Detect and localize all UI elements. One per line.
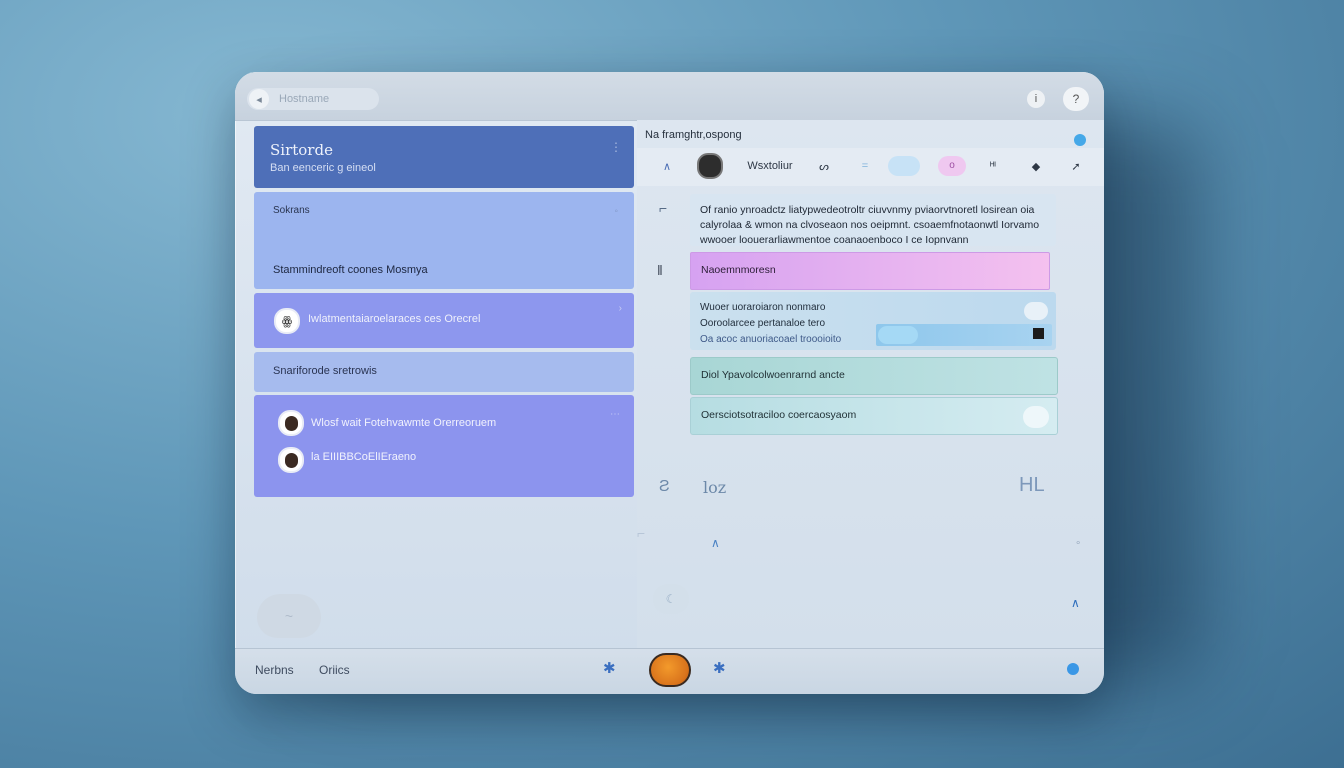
window-title: Hostname [279, 93, 330, 105]
status-dot-icon[interactable] [1074, 134, 1086, 146]
selected-item-label: Naoemnmoresn [701, 264, 776, 276]
list-item-label: Sokrans [273, 205, 310, 216]
toolbar-label[interactable]: Wsxtoliur [741, 153, 799, 179]
tab-nerbns[interactable]: Nerbns [255, 663, 294, 677]
list-item[interactable]: Diol Ypavolcolwoenrarnd ancte [690, 357, 1058, 395]
list-item-text: Iwlatmentaiaroelaraces ces Orecrel [308, 313, 481, 325]
more-options-icon[interactable]: ⋮ [610, 140, 622, 154]
bracket-icon: ⌐ [637, 525, 646, 541]
diamond-icon[interactable]: ◆ [1029, 153, 1043, 179]
record-knob-icon[interactable] [697, 153, 723, 179]
toggle-icon[interactable] [1023, 406, 1049, 428]
panel-title: Na framghtr,ospong [645, 129, 742, 141]
info-icon[interactable]: i [1027, 90, 1045, 108]
bottom-bar: Nerbns Oriics ✱ ✱ [235, 648, 1104, 694]
header-card-subtitle: Ban eenceric g eineol [270, 162, 376, 174]
tab-oriics[interactable]: Oriics [319, 663, 350, 677]
header-card[interactable]: Sirtorde Ban eenceric g eineol ⋮ [254, 126, 634, 188]
editor-panel: Na framghtr,ospong ∧ Wsxtoliur ᔕ = o ᴴᴵ … [637, 120, 1104, 648]
sparkle-icon[interactable]: ✱ [713, 659, 726, 677]
checkbox[interactable] [1033, 328, 1044, 339]
record-button[interactable] [649, 653, 691, 687]
chevron-icon[interactable]: › [619, 303, 622, 314]
text-cursor-icon: ⌐ [659, 200, 668, 216]
cursor-icon[interactable]: ➚ [1069, 153, 1083, 179]
list-item-text: Oersciotsotraciloo coercaosyaom [701, 409, 857, 421]
sparkle-icon[interactable]: ✱ [603, 659, 616, 677]
chevron-up-icon[interactable]: ∧ [711, 536, 720, 550]
detail-line: Ooroolarcee pertanaloe tero [700, 318, 826, 329]
back-arrow-icon[interactable]: ◂ [249, 89, 269, 109]
settings-dot-icon[interactable]: ∘ [1075, 538, 1081, 549]
cloud-icon [878, 326, 918, 344]
avatar [278, 447, 304, 473]
list-item-text: Stammindreoft coones Mosmya [273, 264, 428, 276]
cloud-toggle-icon[interactable] [887, 153, 921, 179]
status-icon: ◦ [614, 206, 618, 217]
detail-block[interactable]: Wuoer uoraroiaron nonmaro Ooroolarcee pe… [690, 292, 1056, 350]
heading-icon[interactable]: HL [1019, 474, 1045, 497]
note-text-block[interactable]: Of ranio ynroadctz liatypwedeotroltr ciu… [690, 194, 1056, 246]
detail-line: Wuoer uoraroiaron nonmaro [700, 302, 826, 313]
list-item-text: Snariforode sretrowis [273, 365, 377, 377]
status-dot-icon[interactable] [1067, 663, 1079, 675]
chevron-up-icon[interactable]: ∧ [659, 153, 675, 179]
list-item[interactable]: ꙮ Iwlatmentaiaroelaraces ces Orecrel › [254, 293, 634, 348]
list-item[interactable]: Snariforode sretrowis [254, 352, 634, 392]
avatar [278, 410, 304, 436]
equals-icon[interactable]: = [859, 153, 871, 179]
moon-icon: ☾ [653, 584, 689, 614]
contacts-card[interactable]: Wlosf wait Fotehvawmte Orerreoruem la EI… [254, 395, 634, 497]
note-text: Of ranio ynroadctz liatypwedeotroltr ciu… [700, 204, 1040, 246]
contact-row-text[interactable]: la EIIIBBCoElIEraeno [311, 451, 416, 463]
cloud-icon: ~ [257, 594, 321, 638]
microphone-icon[interactable]: ᴴᴵ [983, 153, 1003, 179]
record-toggle-icon[interactable]: o [937, 153, 967, 179]
wave-icon[interactable]: ᔕ [817, 153, 831, 179]
more-options-icon[interactable]: ⋯ [610, 409, 620, 420]
detail-link[interactable]: Oa acoc anuoriacoael troooioito [700, 334, 841, 345]
avatar: ꙮ [274, 308, 300, 334]
list-item-text: Diol Ypavolcolwoenrarnd ancte [701, 369, 845, 381]
chevron-up-icon[interactable]: ∧ [1071, 596, 1080, 610]
header-card-title: Sirtorde [270, 141, 333, 159]
help-icon[interactable]: ? [1063, 87, 1089, 111]
selected-list-item[interactable]: Naoemnmoresn [690, 252, 1050, 290]
address-pill[interactable]: ◂ Hostname [247, 88, 379, 110]
drag-handle-icon[interactable]: ǁ [657, 262, 663, 278]
list-item[interactable]: Oersciotsotraciloo coercaosyaom [690, 397, 1058, 435]
app-window: ◂ Hostname i ? Sirtorde Ban eenceric g e… [235, 72, 1104, 694]
title-bar: ◂ Hostname i ? [235, 72, 1104, 121]
zoom-label[interactable]: loz [703, 478, 726, 497]
list-item[interactable]: Sokrans ◦ Stammindreoft coones Mosmya [254, 192, 634, 289]
contact-row-text[interactable]: Wlosf wait Fotehvawmte Orerreoruem [311, 417, 496, 429]
toggle-icon[interactable] [1024, 302, 1048, 320]
sort-icon[interactable]: Ƨ [659, 478, 670, 496]
